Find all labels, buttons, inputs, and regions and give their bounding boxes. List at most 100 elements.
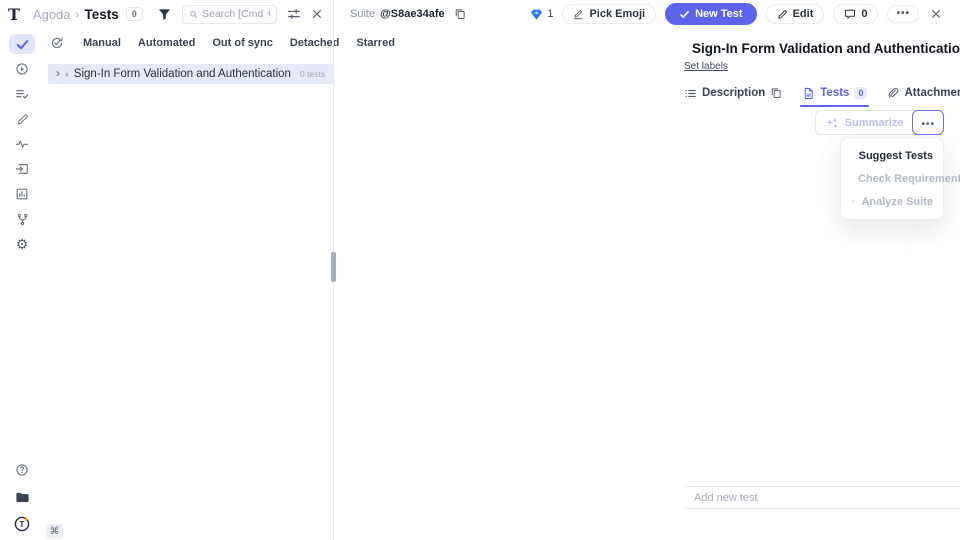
menu-item-suggest-tests[interactable]: Suggest Tests <box>841 144 943 167</box>
breadcrumb-section[interactable]: Tests <box>85 7 119 22</box>
tab-attachments[interactable]: Attachments <box>887 87 960 99</box>
filter-tab-automated[interactable]: Automated <box>138 37 195 49</box>
help-button[interactable] <box>9 460 35 480</box>
suite-tree-row[interactable]: › Sign-In Form Validation and Authentica… <box>48 64 333 84</box>
play-circle-icon <box>15 62 29 76</box>
breadcrumb-project[interactable]: Agoda <box>33 7 71 22</box>
ellipsis-icon: ••• <box>896 9 910 19</box>
copy-icon <box>770 87 782 99</box>
paperclip-icon <box>887 87 899 99</box>
view-settings-button[interactable] <box>285 5 303 23</box>
tests-left-panel: T Agoda › Tests 0 Manual Automated Out o… <box>0 0 333 540</box>
keyboard-shortcuts-button[interactable]: ⌘ <box>46 524 63 539</box>
check-icon <box>679 9 690 20</box>
summarize-group: Summarize ••• <box>815 110 944 135</box>
pick-emoji-label: Pick Emoji <box>589 8 645 20</box>
tab-tests-label: Tests <box>820 87 849 99</box>
suite-actions: 1 Pick Emoji New Test Edit 0 ••• <box>530 3 944 25</box>
command-key-icon: ⌘ <box>50 526 60 537</box>
list-check-icon <box>15 87 29 101</box>
menu-item-check-requirements[interactable]: Check Requirements <box>841 167 943 190</box>
tab-description-label: Description <box>702 87 765 99</box>
sidebar-item-settings[interactable]: ⚙ <box>9 234 35 254</box>
expand-chevron-icon[interactable]: › <box>56 67 60 79</box>
ai-menu-button[interactable]: ••• <box>912 110 944 135</box>
add-test-row <box>686 486 960 509</box>
funnel-icon <box>157 7 172 22</box>
pencil-icon <box>777 9 788 20</box>
sidebar-item-draft[interactable] <box>9 109 35 129</box>
tab-tests[interactable]: Tests 0 <box>802 87 867 100</box>
avatar-logo-icon: T <box>14 516 30 532</box>
ai-dropdown-menu: Suggest Tests Check Requirements Analyze… <box>840 137 944 220</box>
edit-label: Edit <box>793 8 814 20</box>
sidebar-item-pulse[interactable] <box>9 134 35 154</box>
add-test-input[interactable] <box>694 492 960 504</box>
copy-suite-id-button[interactable] <box>452 6 468 22</box>
menu-item-label: Check Requirements <box>858 173 960 185</box>
search-box[interactable] <box>182 5 277 24</box>
sidebar-bottom: T <box>0 460 44 534</box>
close-icon <box>930 8 942 20</box>
sidebar-item-import[interactable] <box>9 159 35 179</box>
sidebar-item-analytics[interactable] <box>9 184 35 204</box>
tab-attachments-label: Attachments <box>904 87 960 99</box>
pencil-icon <box>16 113 29 126</box>
emoji-pick-icon <box>573 9 584 20</box>
comment-icon <box>844 8 856 20</box>
left-topbar: T Agoda › Tests 0 <box>0 0 333 28</box>
sync-check-icon <box>50 36 64 50</box>
suite-header: Sign-In Form Validation and Authenticati… <box>684 36 944 60</box>
suite-id: @S8ae34afe <box>380 8 445 20</box>
account-avatar-button[interactable]: T <box>9 514 35 534</box>
folder-icon <box>15 490 30 505</box>
branch-icon <box>16 213 29 226</box>
app-logo[interactable]: T <box>8 5 23 24</box>
projects-button[interactable] <box>9 487 35 507</box>
sync-all-filter-button[interactable] <box>48 34 66 52</box>
filter-tab-detached[interactable]: Detached <box>290 37 340 49</box>
sidebar-item-tests[interactable] <box>9 34 35 54</box>
filter-tab-manual[interactable]: Manual <box>83 37 121 49</box>
tab-description[interactable]: Description <box>684 87 782 100</box>
filter-tab-out-of-sync[interactable]: Out of sync <box>212 37 273 49</box>
document-icon <box>802 87 815 100</box>
ellipsis-icon: ••• <box>921 119 935 130</box>
breadcrumb-separator: › <box>76 7 80 21</box>
summarize-button[interactable]: Summarize <box>816 113 914 132</box>
pick-emoji-button[interactable]: Pick Emoji <box>562 4 656 24</box>
tests-tab-badge: 0 <box>854 87 867 99</box>
suite-title: Sign-In Form Validation and Authenticati… <box>692 41 960 56</box>
sidebar-item-branches[interactable] <box>9 209 35 229</box>
close-suite-button[interactable] <box>928 6 944 22</box>
gem-icon <box>530 8 543 21</box>
document-icon <box>65 68 69 81</box>
filter-button[interactable] <box>155 5 174 24</box>
credits-indicator[interactable]: 1 <box>530 8 553 21</box>
suite-label: Suite <box>350 8 375 20</box>
search-icon <box>189 9 198 20</box>
suite-topbar: Suite @S8ae34afe 1 Pick Emoji New Test E… <box>334 0 960 28</box>
gear-icon: ⚙ <box>16 237 29 251</box>
sidebar-item-runs[interactable] <box>9 59 35 79</box>
new-test-button[interactable]: New Test <box>665 3 756 25</box>
menu-item-label: Analyze Suite <box>861 196 933 208</box>
copy-icon <box>454 8 466 20</box>
comments-button[interactable]: 0 <box>833 4 878 24</box>
suite-detail-panel: Suite @S8ae34afe 1 Pick Emoji New Test E… <box>334 0 960 540</box>
suggest-tests-icon <box>851 149 852 162</box>
menu-item-label: Suggest Tests <box>859 150 933 162</box>
close-panel-button[interactable] <box>309 6 325 22</box>
credits-count: 1 <box>547 8 553 20</box>
edit-button[interactable]: Edit <box>766 4 825 24</box>
sidebar-rail: ⚙ <box>0 34 44 254</box>
pulse-icon <box>15 137 29 151</box>
tree-item-title: Sign-In Form Validation and Authenticati… <box>74 68 291 80</box>
menu-item-analyze-suite[interactable]: Analyze Suite <box>841 190 943 213</box>
sliders-icon <box>287 7 301 21</box>
set-labels-link[interactable]: Set labels <box>684 61 728 72</box>
search-input[interactable] <box>202 8 270 20</box>
more-actions-button[interactable]: ••• <box>887 5 919 23</box>
sidebar-item-plans[interactable] <box>9 84 35 104</box>
check-icon <box>15 37 30 52</box>
